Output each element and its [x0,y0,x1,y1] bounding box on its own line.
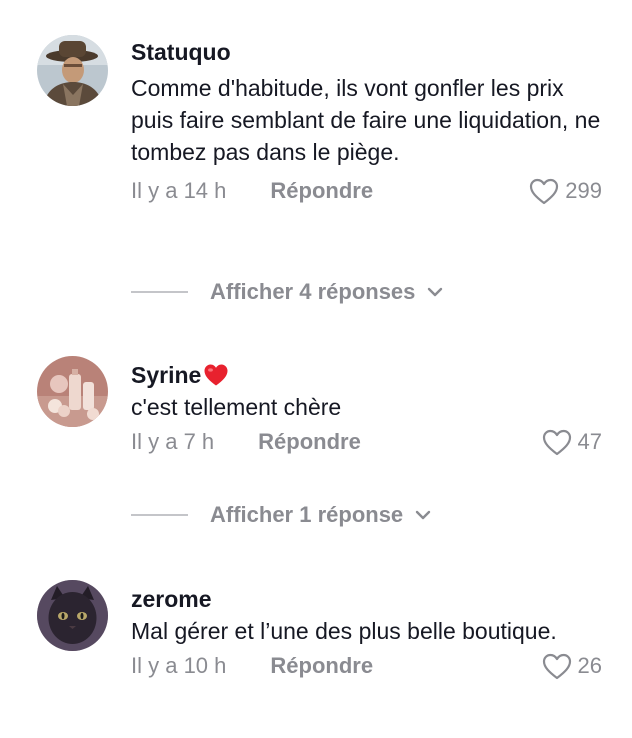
username-text: Syrine [131,362,202,388]
comment-text: Mal gérer et l’une des plus belle boutiq… [131,618,557,644]
heart-outline-icon [542,653,571,679]
avatar[interactable] [37,356,108,427]
comment-meta: Il y a 10 h Répondre 26 [131,651,602,681]
username-text: zerome [131,586,212,612]
reply-button[interactable]: Répondre [258,429,361,455]
user-avatar-icon [37,35,108,106]
timestamp: Il y a 10 h [131,653,227,678]
like-button[interactable]: 26 [542,651,602,681]
view-replies-label: Afficher 4 réponses [210,279,416,304]
username[interactable]: zerome [131,585,602,613]
view-replies-label: Afficher 1 réponse [210,502,404,527]
like-count: 26 [577,653,602,678]
timestamp: Il y a 14 h [131,178,227,203]
like-count: 47 [577,429,602,454]
user-avatar-icon [37,580,108,651]
view-replies-button[interactable]: Afficher 1 réponse [131,502,431,528]
avatar[interactable] [37,580,108,651]
red-heart-emoji-icon [204,364,228,386]
divider-line [131,514,188,516]
heart-outline-icon [530,178,559,204]
view-replies-button[interactable]: Afficher 4 réponses [131,279,443,305]
reply-button[interactable]: Répondre [270,178,373,204]
chevron-down-icon [428,287,443,297]
comment-meta: Il y a 7 h Répondre 47 [131,427,602,457]
comment-text: Comme d'habitude, ils vont gonfler les p… [131,75,607,165]
timestamp: Il y a 7 h [131,429,215,454]
divider-line [131,291,188,293]
username[interactable]: Statuquo [131,38,602,66]
comment-text: c'est tellement chère [131,394,342,420]
heart-outline-icon [542,429,571,455]
avatar[interactable] [37,35,108,106]
chevron-down-icon [415,510,431,520]
reply-button[interactable]: Répondre [270,653,373,679]
user-avatar-icon [37,356,108,427]
like-button[interactable]: 47 [542,427,602,457]
like-button[interactable]: 299 [529,176,602,206]
username-text: Statuquo [131,39,231,65]
comment-meta: Il y a 14 h Répondre 299 [131,176,602,206]
like-count: 299 [565,178,602,203]
username[interactable]: Syrine [131,361,602,389]
